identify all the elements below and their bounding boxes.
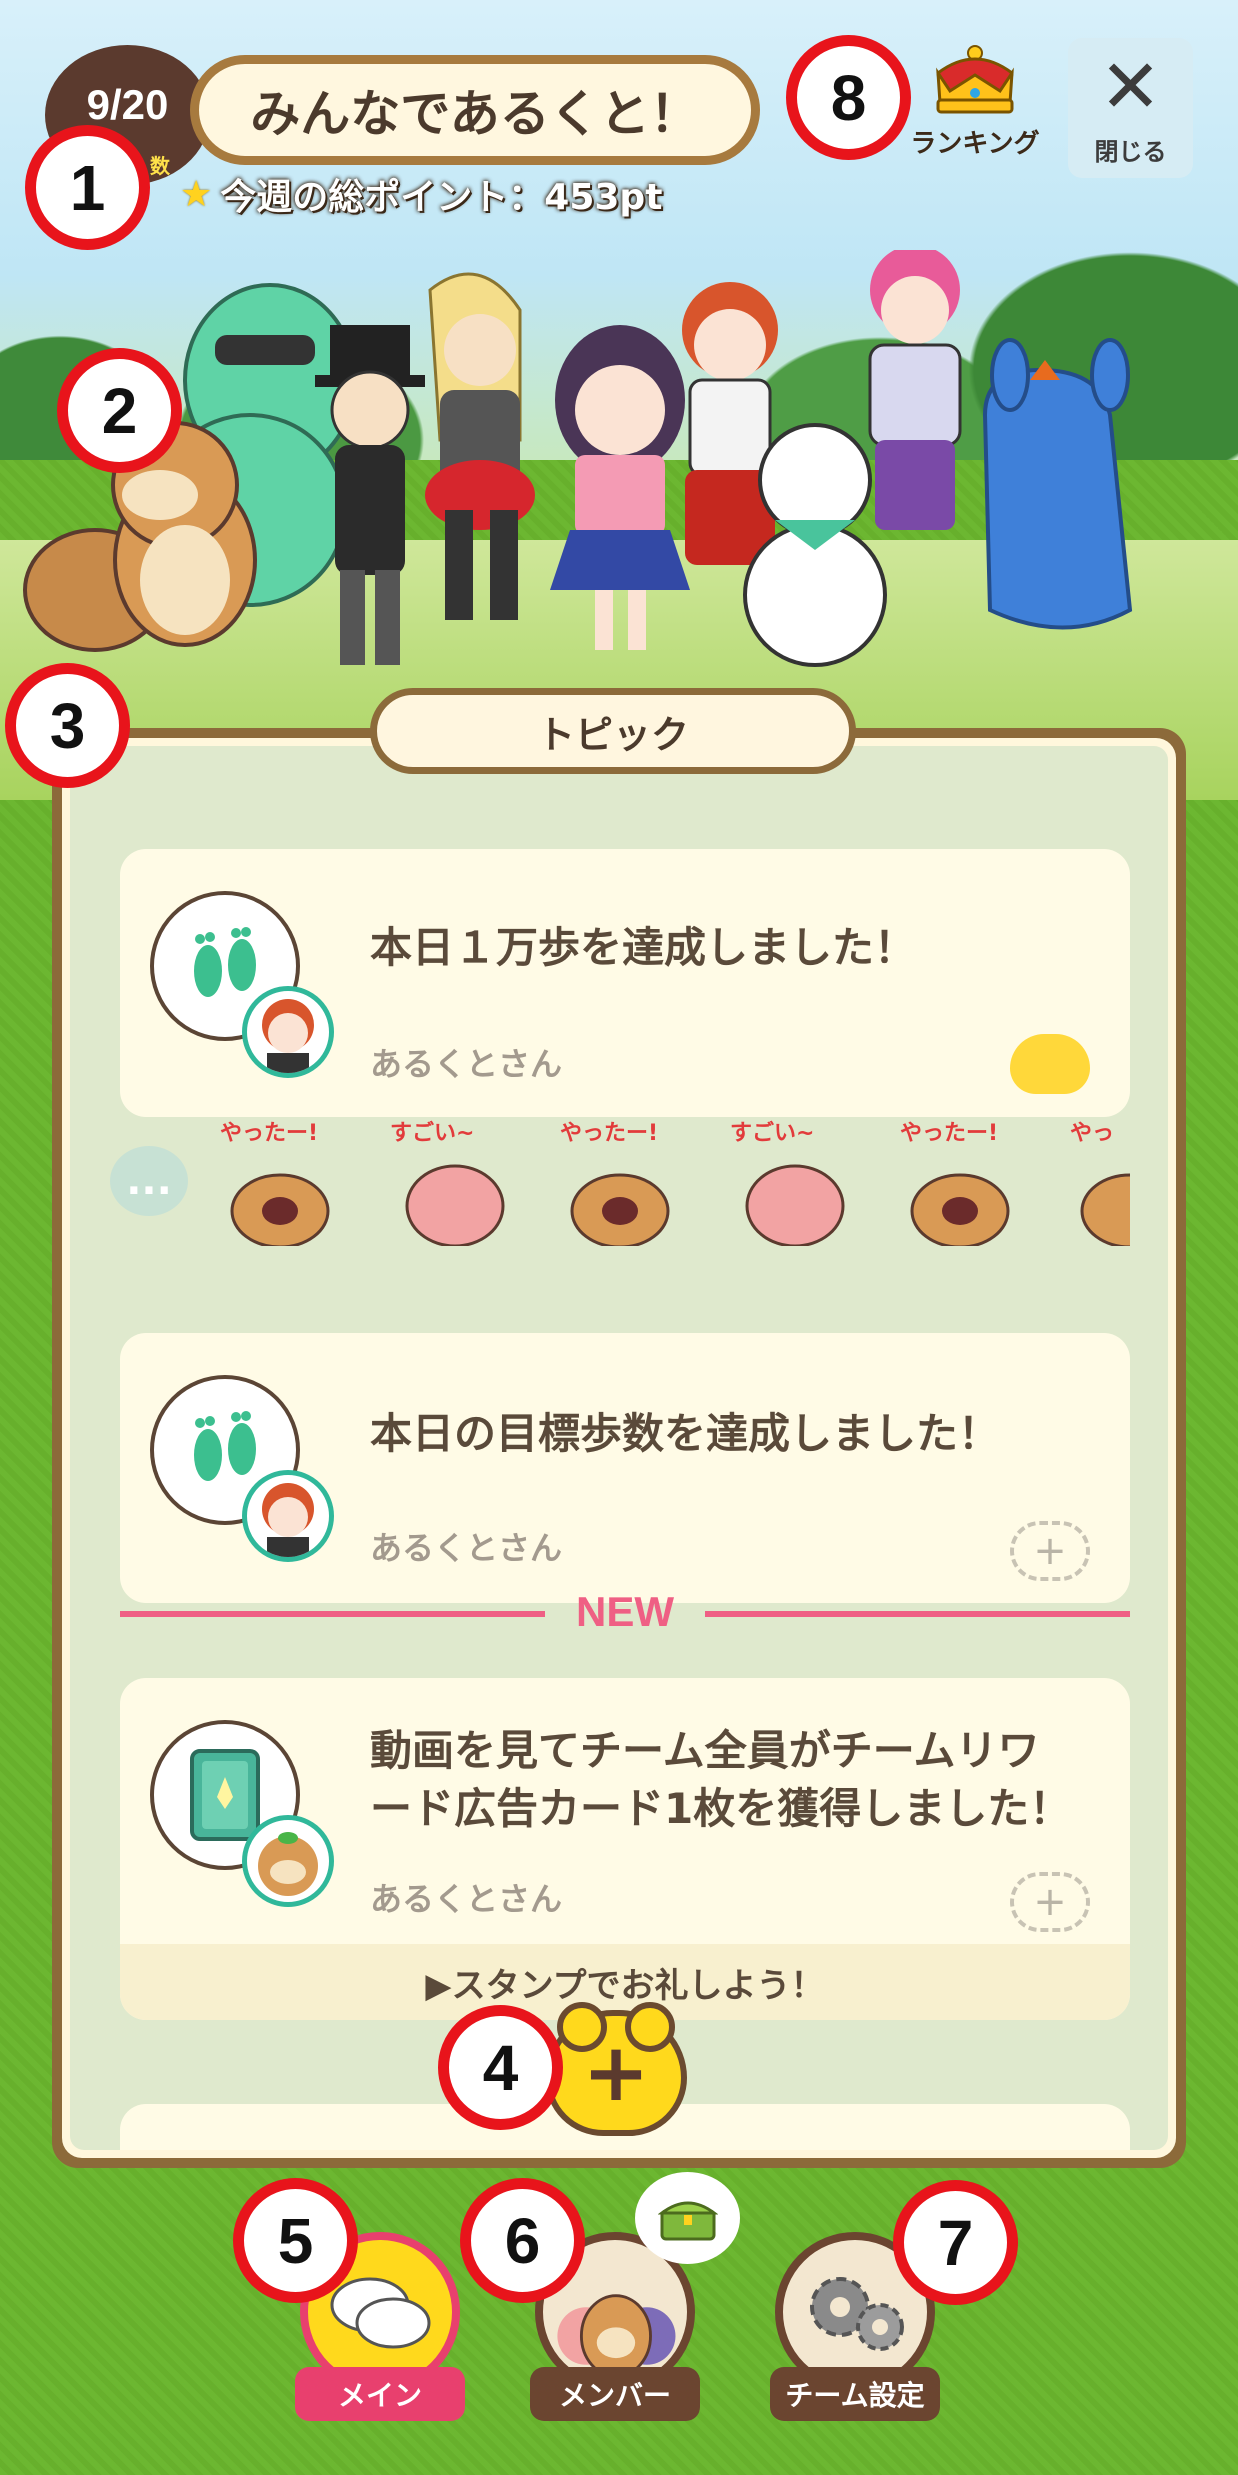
marker-3: 3 bbox=[5, 663, 130, 788]
topic-panel: 本日１万歩を達成しました！ あるくとさん ... やったー! すごい~ やったー… bbox=[52, 728, 1186, 2168]
stamp-pink-sugoi[interactable]: すごい~ bbox=[720, 1116, 860, 1246]
schoolgirl-character bbox=[550, 325, 690, 650]
marker-8: 8 bbox=[786, 35, 911, 160]
topic-title: 本日１万歩を達成しました！ bbox=[370, 923, 917, 972]
stamp-reaction-row: ... やったー! すごい~ やったー! すごい~ やったー! やっ bbox=[110, 1116, 1130, 1246]
marker-2: 2 bbox=[57, 348, 182, 473]
weekly-points: ★ 今週の総ポイント：453pt bbox=[180, 168, 662, 220]
topic-user: あるくとさん bbox=[370, 1045, 563, 1083]
stamp-tanuki-yatta[interactable]: やったー! bbox=[890, 1116, 1030, 1246]
stamp-reaction-icon[interactable] bbox=[1010, 1034, 1090, 1094]
more-icon[interactable]: ... bbox=[110, 1146, 188, 1216]
topic-tab: トピック bbox=[370, 688, 856, 774]
marker-5: 5 bbox=[233, 2178, 358, 2303]
guitarist-character bbox=[425, 272, 535, 620]
stamp-pink-sugoi[interactable]: すごい~ bbox=[380, 1116, 520, 1246]
crown-icon bbox=[936, 45, 1014, 114]
team-name-title: みんなであるくと！ bbox=[190, 55, 760, 165]
white-dog-character bbox=[743, 423, 887, 667]
add-post-button[interactable]: + bbox=[545, 2002, 687, 2136]
stamp-text: すごい~ bbox=[730, 1120, 814, 1146]
stamp-text: すごい~ bbox=[390, 1120, 474, 1146]
star-icon: ★ bbox=[180, 173, 213, 215]
tanuki-avatar bbox=[242, 1815, 334, 1907]
topic-feed[interactable]: 本日１万歩を達成しました！ あるくとさん ... やったー! すごい~ やったー… bbox=[70, 746, 1168, 2150]
pink-hair-character bbox=[868, 250, 962, 530]
topic-title-line: ード広告カード1枚を獲得しました！ bbox=[370, 1783, 1072, 1833]
marker-1: 1 bbox=[25, 125, 150, 250]
stamp-tanuki-yatta[interactable]: やったー! bbox=[210, 1116, 350, 1246]
stamp-text: やったー! bbox=[900, 1121, 998, 1146]
stamp-text: やったー! bbox=[220, 1121, 318, 1146]
member-count: 9/20 bbox=[86, 81, 169, 128]
ranking-button[interactable]: ランキング bbox=[910, 45, 1040, 170]
avatar bbox=[242, 1470, 334, 1562]
team-name: みんなであるくと！ bbox=[250, 85, 700, 143]
topic-card[interactable]: 本日１万歩を達成しました！ あるくとさん bbox=[120, 849, 1130, 1117]
redhead-character bbox=[682, 282, 778, 565]
stamp-tanuki-yatta[interactable]: やったー! bbox=[550, 1116, 690, 1246]
stamp-text: やったー! bbox=[560, 1121, 658, 1146]
close-label: 閉じる bbox=[1094, 137, 1167, 166]
plus-icon: + bbox=[582, 2026, 650, 2119]
topic-title: 本日の目標歩数を達成しました！ bbox=[370, 1409, 1001, 1458]
topic-card[interactable]: 本日の目標歩数を達成しました！ あるくとさん + bbox=[120, 1333, 1130, 1603]
team-characters-illustration bbox=[23, 250, 1133, 667]
marker-7: 7 bbox=[893, 2180, 1018, 2305]
topic-title-line: 動画を見てチーム全員がチームリワ bbox=[370, 1726, 1040, 1775]
nav-team-settings-label: チーム設定 bbox=[770, 2367, 940, 2421]
thanks-prompt-label: ▶スタンプでお礼しよう！ bbox=[425, 1965, 825, 2006]
thanks-prompt: ▶スタンプでお礼しよう！ bbox=[120, 1944, 1130, 2020]
nav-main-label: メイン bbox=[295, 2367, 465, 2421]
nav-members-label: メンバー bbox=[530, 2367, 700, 2421]
close-button[interactable]: ✕ 閉じる bbox=[1068, 38, 1193, 178]
topic-card[interactable]: 動画を見てチーム全員がチームリワ ード広告カード1枚を獲得しました！ あるくとさ… bbox=[120, 1678, 1130, 2020]
topic-title: 動画を見てチーム全員がチームリワ ード広告カード1枚を獲得しました！ bbox=[370, 1722, 1071, 1838]
add-stamp-icon[interactable]: + bbox=[1010, 1521, 1090, 1581]
add-stamp-icon[interactable]: + bbox=[1010, 1872, 1090, 1932]
marker-4: 4 bbox=[438, 2005, 563, 2130]
avatar bbox=[242, 986, 334, 1078]
weekly-points-label: 今週の総ポイント：453pt bbox=[220, 177, 663, 218]
marker-6: 6 bbox=[460, 2178, 585, 2303]
stamp-tanuki-yatta[interactable]: やっ bbox=[1060, 1116, 1130, 1246]
new-label: NEW bbox=[576, 1588, 674, 1635]
topic-user: あるくとさん bbox=[370, 1529, 563, 1567]
stamp-text: やっ bbox=[1070, 1121, 1114, 1146]
close-icon: ✕ bbox=[1099, 43, 1162, 130]
blue-otter-character bbox=[982, 338, 1133, 630]
ranking-label: ランキング bbox=[910, 129, 1040, 159]
topic-tab-label: トピック bbox=[536, 712, 689, 757]
topic-user: あるくとさん bbox=[370, 1880, 563, 1918]
new-divider: NEW bbox=[120, 1588, 1130, 1638]
treasure-chest-icon[interactable] bbox=[635, 2172, 740, 2264]
member-count-sub-label: 数 bbox=[150, 154, 170, 178]
